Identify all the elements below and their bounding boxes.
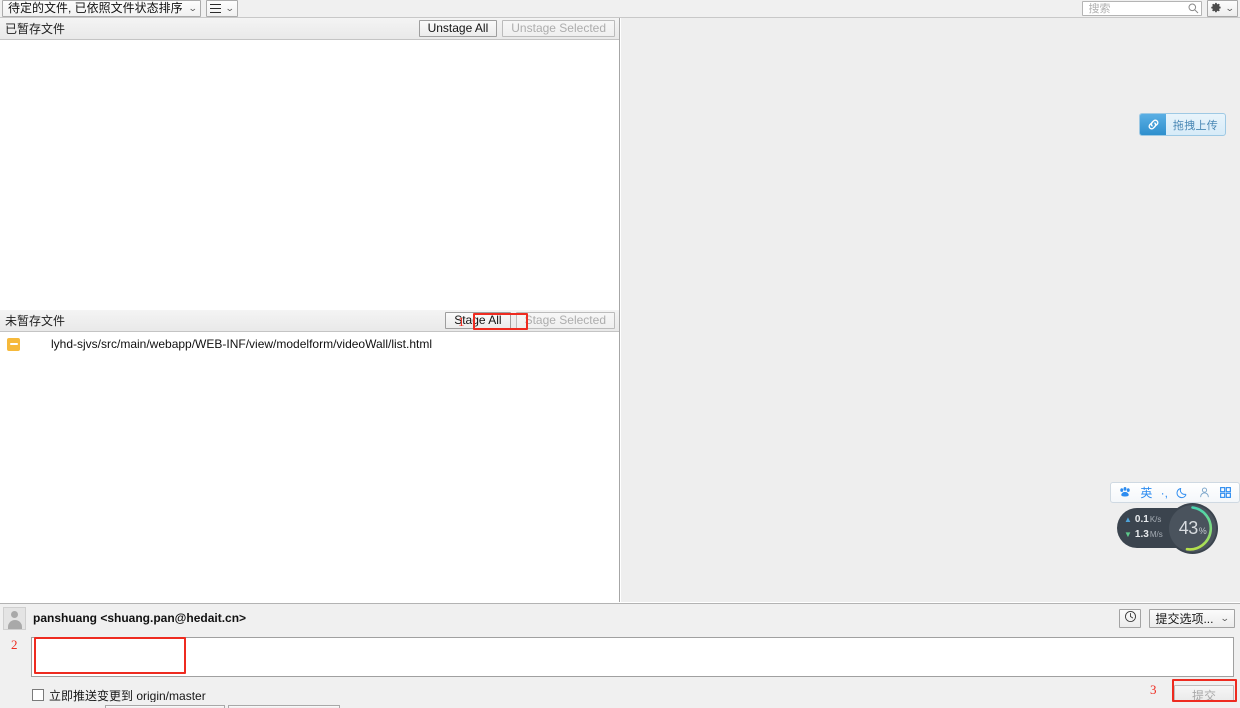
bottom-cutoff-strip <box>0 702 1240 708</box>
list-item[interactable]: lyhd-sjvs/src/main/webapp/WEB-INF/view/m… <box>0 334 619 354</box>
clock-icon <box>1124 610 1137 626</box>
grid-icon[interactable] <box>1219 486 1232 499</box>
modified-file-icon <box>7 337 20 351</box>
search-input[interactable] <box>1088 2 1185 15</box>
unstaged-actions: Stage All Stage Selected <box>445 312 619 329</box>
upload-arrow-icon: ▲ <box>1124 515 1132 524</box>
changes-panel: 已暂存文件 Unstage All Unstage Selected 未暂存文件… <box>0 18 620 604</box>
view-menu-button[interactable]: ⌄ <box>206 0 238 17</box>
staged-actions: Unstage All Unstage Selected <box>418 20 619 37</box>
hamburger-icon <box>210 4 222 13</box>
chevron-down-icon: ⌄ <box>1225 3 1236 13</box>
avatar <box>3 606 26 630</box>
staged-files-list[interactable] <box>0 40 619 310</box>
gauge-value: 43 <box>1178 518 1199 538</box>
commit-message-row <box>0 635 1240 679</box>
unstage-all-button[interactable]: Unstage All <box>418 20 498 37</box>
file-path-label: lyhd-sjvs/src/main/webapp/WEB-INF/view/m… <box>51 337 432 351</box>
ime-mode-toggle[interactable]: 英 <box>1140 487 1152 499</box>
gauge-unit: % <box>1198 526 1207 536</box>
chevron-down-icon: ⌄ <box>1220 612 1231 623</box>
download-arrow-icon: ▼ <box>1124 530 1132 539</box>
search-icon <box>1188 3 1199 14</box>
commit-message-box[interactable] <box>31 637 1234 677</box>
upload-speed-value: 0.1 <box>1134 514 1149 525</box>
gear-icon <box>1211 2 1222 16</box>
commit-message-input[interactable] <box>32 638 1233 676</box>
unstage-selected-button[interactable]: Unstage Selected <box>502 20 615 37</box>
commit-options-dropdown[interactable]: 提交选项... ⌄ <box>1149 608 1235 628</box>
unstaged-files-title: 未暂存文件 <box>5 314 66 328</box>
stage-all-button[interactable]: Stage All <box>445 312 511 329</box>
gauge-text: 43 % <box>1169 505 1216 552</box>
ime-punctuation-toggle[interactable]: ·, <box>1161 487 1168 499</box>
push-changes-label: 立即推送变更到 origin/master <box>49 688 206 703</box>
commit-author-label: panshuang <shuang.pan@hedait.cn> <box>33 611 247 625</box>
moon-icon[interactable] <box>1176 486 1189 499</box>
file-sort-dropdown[interactable]: 待定的文件, 已依照文件状态排序 ⌄ <box>2 0 202 17</box>
download-speed-unit: M/s <box>1149 530 1163 539</box>
commit-header-actions: 提交选项... ⌄ <box>1119 608 1240 628</box>
file-sort-dropdown-label: 待定的文件, 已依照文件状态排序 <box>8 1 183 15</box>
staged-files-header: 已暂存文件 Unstage All Unstage Selected <box>0 18 619 40</box>
paw-logo-icon[interactable] <box>1118 486 1132 499</box>
upload-link-icon <box>1140 114 1166 135</box>
unstaged-files-list[interactable]: lyhd-sjvs/src/main/webapp/WEB-INF/view/m… <box>0 334 619 604</box>
stage-selected-button[interactable]: Stage Selected <box>515 312 615 329</box>
download-speed-value: 1.3 <box>1134 529 1149 540</box>
settings-button[interactable]: ⌄ <box>1207 0 1238 17</box>
top-toolbar: 待定的文件, 已依照文件状态排序 ⌄ ⌄ ⌄ <box>0 0 1240 18</box>
chevron-down-icon: ⌄ <box>187 3 198 13</box>
unstaged-files-header: 未暂存文件 Stage All Stage Selected <box>0 310 619 332</box>
search-box[interactable] <box>1082 1 1203 16</box>
chevron-down-icon: ⌄ <box>225 3 235 13</box>
push-changes-checkbox[interactable] <box>32 689 44 701</box>
commit-area: panshuang <shuang.pan@hedait.cn> 提交选项...… <box>0 603 1240 708</box>
commit-options-label: 提交选项... <box>1155 611 1214 626</box>
upload-speed-unit: K/s <box>1149 515 1162 524</box>
staged-files-title: 已暂存文件 <box>5 22 66 36</box>
commit-history-button[interactable] <box>1119 608 1142 628</box>
author-row: panshuang <shuang.pan@hedait.cn> 提交选项...… <box>0 604 1240 632</box>
user-icon[interactable] <box>1198 486 1211 499</box>
ime-toolbar[interactable]: 英 ·, <box>1110 482 1240 503</box>
cpu-usage-gauge[interactable]: 43 % <box>1169 505 1216 552</box>
toolbar-right-group: ⌄ <box>1082 0 1240 17</box>
drag-upload-label: 拖拽上传 <box>1172 119 1219 132</box>
drag-upload-widget[interactable]: 拖拽上传 <box>1139 113 1226 136</box>
